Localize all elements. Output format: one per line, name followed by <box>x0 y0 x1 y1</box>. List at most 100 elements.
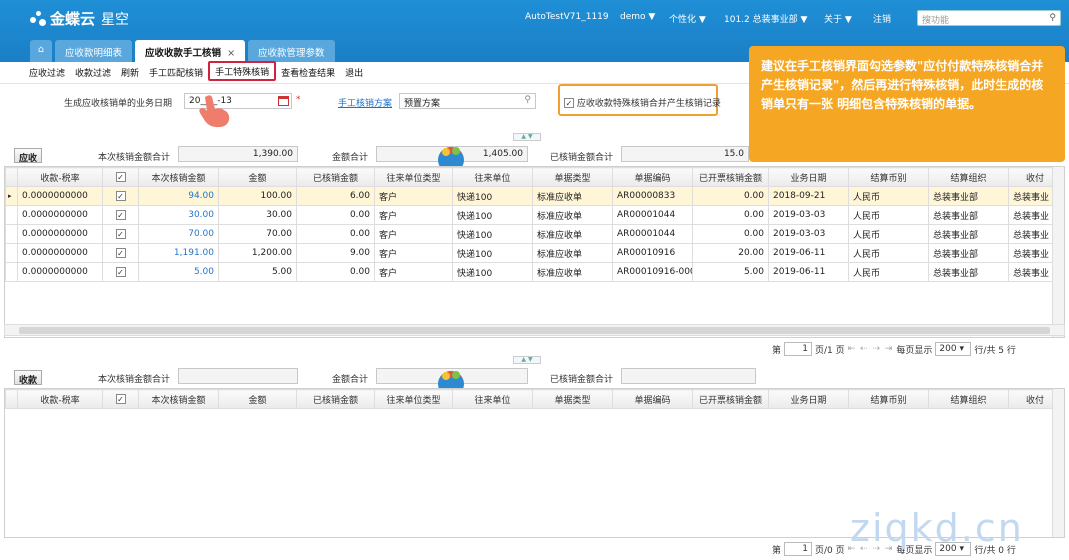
table-row[interactable]: 0.0000000000 ✓ 1,191.00 1,200.00 9.00 客户 快递100… <box>5 243 1062 263</box>
select-all-checkbox[interactable]: ✓ <box>115 171 126 182</box>
row-checkbox-cell[interactable]: ✓ <box>102 224 139 244</box>
table-row[interactable]: 0.0000000000 ✓ 70.00 70.00 0.00 客户 快递100 标准应收单 A… <box>5 224 1062 244</box>
col-header[interactable]: 已核销金额 <box>296 167 375 187</box>
tab-ar-params[interactable]: 应收款管理参数 <box>248 40 335 62</box>
exit-button[interactable]: 退出 <box>340 62 368 82</box>
table-cell: 0.00 <box>296 262 375 282</box>
row-indicator[interactable] <box>5 243 18 263</box>
table-cell[interactable]: 1,191.00 <box>138 243 219 263</box>
col-header[interactable]: 单据类型 <box>532 389 613 409</box>
manual-match-button[interactable]: 手工匹配核销 <box>144 62 208 82</box>
merge-checkbox[interactable]: ✓ <box>564 98 574 108</box>
ar-horizontal-scrollbar[interactable] <box>4 324 1065 336</box>
row-checkbox[interactable]: ✓ <box>115 209 126 220</box>
manual-special-writeoff-button[interactable]: 手工特殊核销 <box>208 61 277 81</box>
row-checkbox[interactable]: ✓ <box>115 266 126 277</box>
row-checkbox-cell[interactable]: ✓ <box>102 243 139 263</box>
col-header[interactable]: 结算币别 <box>848 167 929 187</box>
row-checkbox[interactable]: ✓ <box>115 247 126 258</box>
plan-input[interactable]: 预置方案 ⚲ <box>399 93 536 109</box>
table-cell: 标准应收单 <box>532 186 613 206</box>
row-indicator[interactable] <box>5 262 18 282</box>
col-header[interactable]: 本次核销金额 <box>138 167 219 187</box>
collapse-toggle[interactable]: ▲ ▼ <box>513 356 541 364</box>
col-header[interactable]: 往来单位类型 <box>374 167 453 187</box>
col-header[interactable]: 结算组织 <box>928 389 1009 409</box>
select-all-header[interactable]: ✓ <box>102 167 139 187</box>
col-header[interactable]: 往来单位 <box>452 389 533 409</box>
tab-ar-detail[interactable]: 应收款明细表 <box>55 40 133 62</box>
select-all-checkbox[interactable]: ✓ <box>115 393 126 404</box>
about-menu[interactable]: 关于 ▼ <box>824 12 852 25</box>
row-checkbox[interactable]: ✓ <box>115 190 126 201</box>
ar-table: 收款-税率 ✓ 本次核销金额 金额 已核销金额 往来单位类型 往来单位 单据类型… <box>5 167 1062 282</box>
col-header[interactable]: 业务日期 <box>768 167 849 187</box>
col-header[interactable]: 业务日期 <box>768 389 849 409</box>
table-cell[interactable]: 5.00 <box>138 262 219 282</box>
table-cell: 0.0000000000 <box>17 262 103 282</box>
col-header[interactable]: 金额 <box>218 167 297 187</box>
search-icon[interactable]: ⚲ <box>1049 13 1056 23</box>
col-header[interactable]: 往来单位类型 <box>374 389 453 409</box>
col-header[interactable]: 结算组织 <box>928 167 1009 187</box>
ar-filter-button[interactable]: 应收过滤 <box>24 62 70 82</box>
table-row[interactable]: 0.0000000000 ✓ 30.00 30.00 0.00 客户 快递100 标准应收单 A… <box>5 205 1062 225</box>
ar-header-row: 收款-税率 ✓ 本次核销金额 金额 已核销金额 往来单位类型 往来单位 单据类型… <box>5 167 1062 187</box>
org-menu[interactable]: 101.2 总装事业部 ▼ <box>724 12 807 25</box>
col-header[interactable]: 单据编码 <box>612 167 693 187</box>
required-mark: * <box>296 95 301 105</box>
table-cell[interactable]: 70.00 <box>138 224 219 244</box>
row-indicator[interactable]: ▸ <box>5 186 18 206</box>
function-search-input[interactable]: 搜功能 ⚲ <box>917 10 1061 26</box>
table-cell: 0.0000000000 <box>17 186 103 206</box>
rec-written-label: 已核销金额合计 <box>550 375 614 385</box>
account-name[interactable]: AutoTestV71_1119 <box>525 12 609 22</box>
personalize-menu[interactable]: 个性化 ▼ <box>669 12 706 25</box>
view-check-result-button[interactable]: 查看检查结果 <box>276 62 340 82</box>
calendar-icon[interactable] <box>278 96 289 106</box>
close-icon[interactable]: × <box>227 48 235 59</box>
row-checkbox[interactable]: ✓ <box>115 228 126 239</box>
col-header[interactable]: 本次核销金额 <box>138 389 219 409</box>
pager-nav-icons[interactable]: ⇤ ⇠ ⇢ ⇥ <box>848 344 894 354</box>
row-checkbox-cell[interactable]: ✓ <box>102 262 139 282</box>
col-header[interactable]: 已核销金额 <box>296 389 375 409</box>
merge-checkbox-row[interactable]: ✓ 应收收款特殊核销合并产生核销记录 <box>564 96 721 109</box>
row-checkbox-cell[interactable]: ✓ <box>102 205 139 225</box>
col-header[interactable]: 已开票核销金额 <box>692 167 769 187</box>
col-header[interactable]: 往来单位 <box>452 167 533 187</box>
scroll-thumb[interactable] <box>19 327 1050 334</box>
page-input[interactable]: 1 <box>784 542 813 556</box>
col-header[interactable]: 已开票核销金额 <box>692 389 769 409</box>
rec-vertical-scrollbar[interactable] <box>1052 389 1064 537</box>
user-menu[interactable]: demo ▼ <box>620 12 655 22</box>
table-row[interactable]: ▸ 0.0000000000 ✓ 94.00 100.00 6.00 客户 快递100 标准应收… <box>5 186 1062 206</box>
plan-link[interactable]: 手工核销方案 <box>338 96 392 109</box>
col-header[interactable]: 金额 <box>218 389 297 409</box>
refresh-button[interactable]: 刷新 <box>116 62 144 82</box>
table-cell[interactable]: 30.00 <box>138 205 219 225</box>
receipt-filter-button[interactable]: 收款过滤 <box>70 62 116 82</box>
page-input[interactable]: 1 <box>784 342 813 356</box>
ar-written-field: 15.0 <box>621 146 749 162</box>
ar-vertical-scrollbar[interactable] <box>1052 167 1064 337</box>
row-indicator[interactable] <box>5 205 18 225</box>
col-header[interactable]: 收款-税率 <box>17 167 103 187</box>
row-checkbox-cell[interactable]: ✓ <box>102 186 139 206</box>
table-cell: 1,200.00 <box>218 243 297 263</box>
home-tab[interactable]: ⌂ <box>30 40 53 62</box>
table-row[interactable]: 0.0000000000 ✓ 5.00 5.00 0.00 客户 快递100 标准应收单 AR0… <box>5 262 1062 282</box>
per-page-select[interactable]: 200 ▾ <box>935 342 972 356</box>
search-icon[interactable]: ⚲ <box>524 95 531 105</box>
logout-link[interactable]: 注销 <box>873 12 891 25</box>
col-header[interactable]: 单据类型 <box>532 167 613 187</box>
table-cell[interactable]: 94.00 <box>138 186 219 206</box>
col-header[interactable]: 结算币别 <box>848 389 929 409</box>
collapse-toggle[interactable]: ▲ ▼ <box>513 133 541 141</box>
select-all-header[interactable]: ✓ <box>102 389 139 409</box>
tab-manual-writeoff[interactable]: 应收收款手工核销 × <box>135 40 246 62</box>
col-header[interactable]: 收款-税率 <box>17 389 103 409</box>
ar-section-title: 应收 <box>14 148 43 164</box>
row-indicator[interactable] <box>5 224 18 244</box>
col-header[interactable]: 单据编码 <box>612 389 693 409</box>
